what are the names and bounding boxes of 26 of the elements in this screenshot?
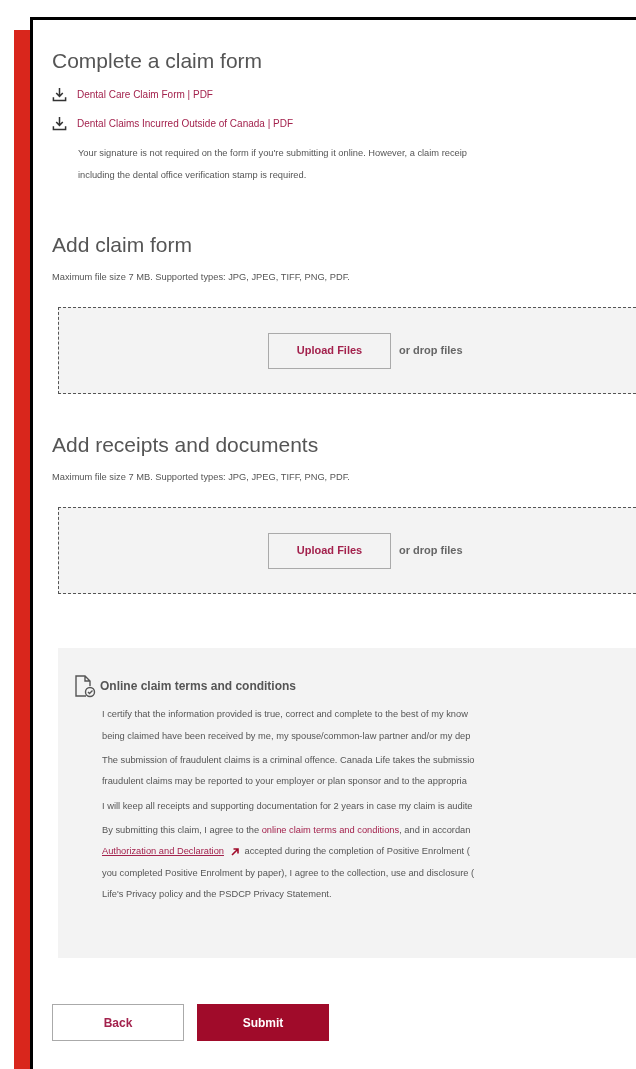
terms-paragraph: I certify that the information provided is true, correct and complete to the best of my know being claimed have been received by me, my spouse/common-law partner and/or my dep	[102, 708, 472, 743]
back-button[interactable]: Back	[52, 1004, 184, 1042]
file-hint: Maximum file size 7 MB. Supported types: JPG, JPEG, TIFF, PNG, PDF.	[52, 271, 351, 285]
info-text: Your signature is not required on the form if you're submitting it online. However, a claim receip including the dental office verification stamp is required.	[78, 147, 468, 182]
drop-label: or drop files	[399, 343, 463, 359]
download-icon	[52, 116, 67, 132]
drop-zone[interactable]: Upload Files or drop files	[58, 307, 636, 395]
file-hint: Maximum file size 7 MB. Supported types: JPG, JPEG, TIFF, PNG, PDF.	[52, 471, 351, 485]
download-link[interactable]: Dental Care Claim Form | PDF	[77, 87, 213, 103]
section-heading: Add receipts and documents	[52, 432, 320, 458]
download-icon	[52, 87, 67, 103]
external-link[interactable]: Authorization and Declaration	[102, 846, 224, 857]
terms-paragraph: By submitting this claim, I agree to the online claim terms and conditions, and in accordan Authorization and Declaration accepted during the completion of Positive Enrolment ( you completed Positive Enrolment by paper), I agree to the collection, use and disclosure ( Life's Privacy policy and the PSDCP Privacy Statement.	[102, 824, 476, 902]
upload-button[interactable]: Upload Files	[268, 332, 391, 369]
drop-zone[interactable]: Upload Files or drop files	[58, 507, 636, 595]
drop-label: or drop files	[399, 543, 463, 559]
terms-paragraph: I will keep all receipts and supporting documentation for 2 years in case my claim is audite	[102, 799, 474, 813]
upload-button[interactable]: Upload Files	[268, 532, 391, 569]
terms-title: Online claim terms and conditions	[100, 678, 297, 696]
terms-paragraph: The submission of fraudulent claims is a criminal offence. Canada Life takes the submissio fraudulent claims may be reported to your employer or plan sponsor and to the appropria	[102, 753, 476, 789]
external-link-icon	[229, 847, 240, 857]
section-heading: Add claim form	[52, 231, 194, 258]
document-check-icon	[74, 674, 96, 699]
submit-button[interactable]: Submit	[197, 1004, 329, 1042]
download-link[interactable]: Dental Claims Incurred Outside of Canada | PDF	[77, 116, 294, 132]
section-heading: Complete a claim form	[52, 48, 264, 74]
